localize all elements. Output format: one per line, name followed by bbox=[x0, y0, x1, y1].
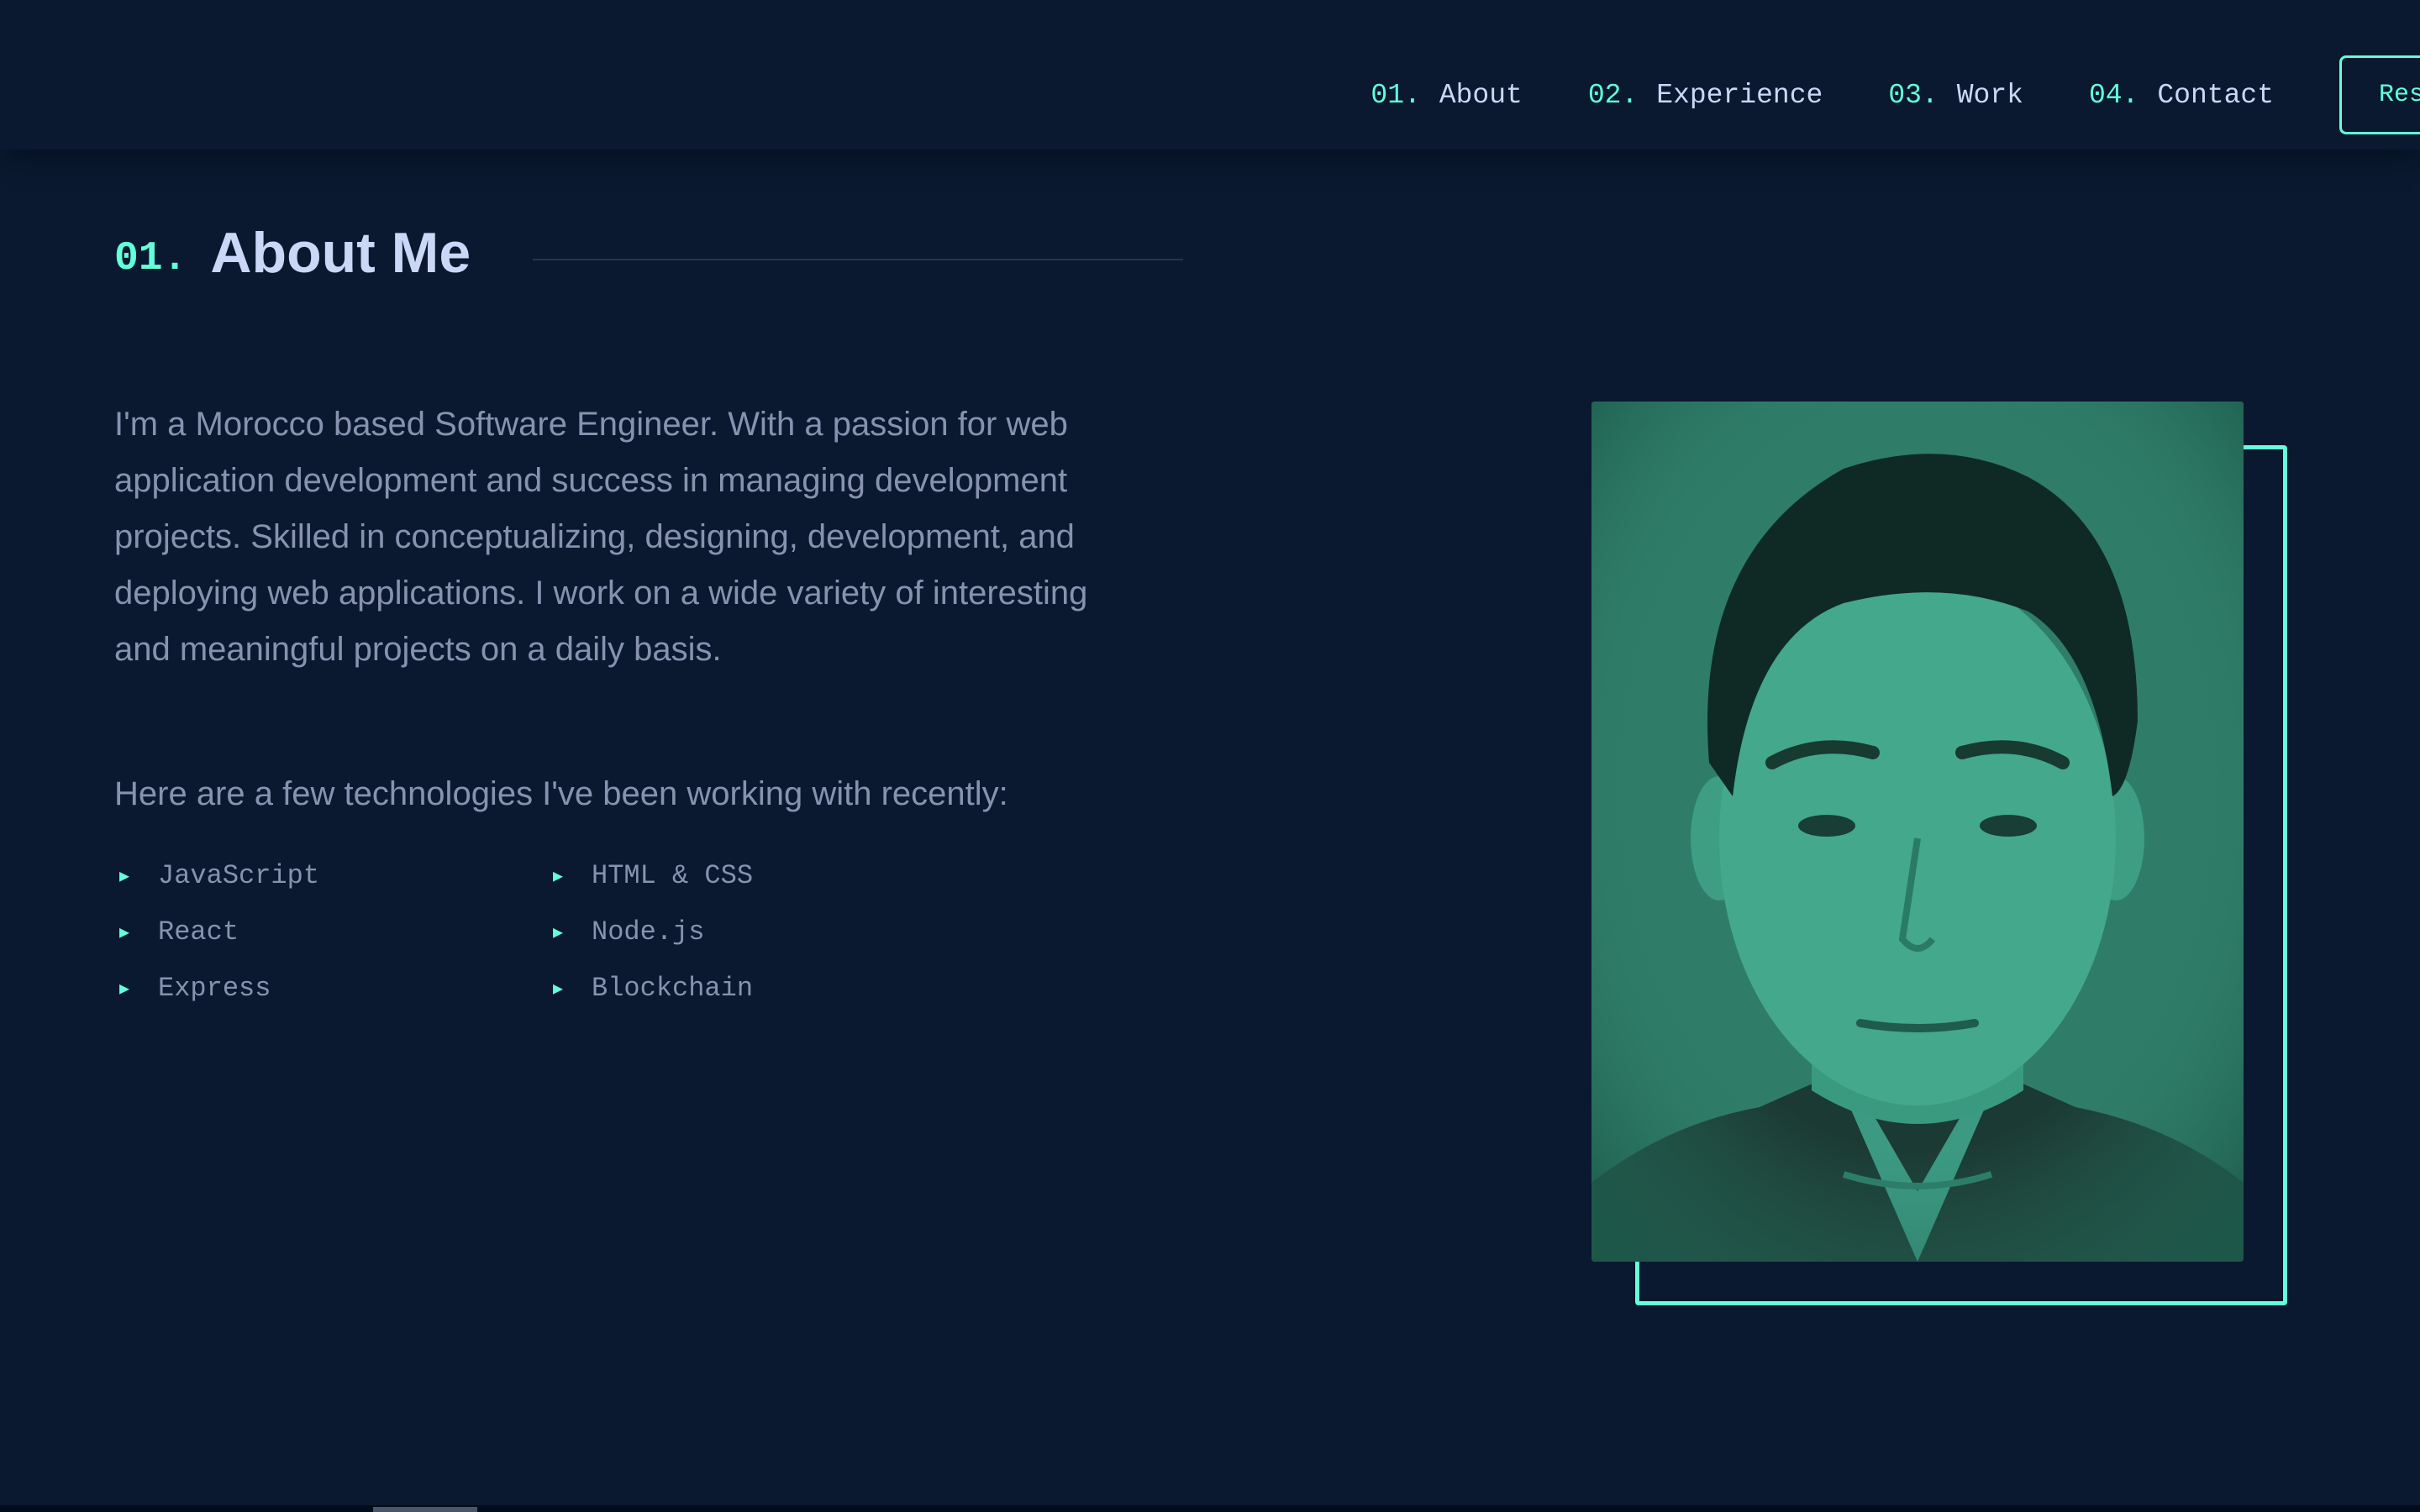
horizontal-scrollbar-track[interactable] bbox=[0, 1505, 2420, 1512]
profile-photo[interactable] bbox=[1591, 402, 2244, 1262]
skill-item: ▶ HTML & CSS bbox=[548, 860, 753, 891]
resume-button[interactable]: Resume bbox=[2339, 55, 2420, 134]
site-header: 01. About 02. Experience 03. Work 04. Co… bbox=[0, 0, 2420, 150]
section-heading: 01. About Me bbox=[114, 220, 471, 286]
skill-label: Blockchain bbox=[592, 973, 754, 1004]
skill-label: React bbox=[158, 916, 239, 948]
nav-label: Contact bbox=[2157, 79, 2274, 111]
nav-link-about[interactable]: 01. About bbox=[1370, 80, 1522, 111]
bullet-arrow-icon: ▶ bbox=[553, 979, 564, 1000]
bullet-arrow-icon: ▶ bbox=[119, 867, 130, 887]
nav-number: 04. bbox=[2088, 79, 2139, 111]
nav-number: 01. bbox=[1370, 79, 1421, 111]
tech-intro: Here are a few technologies I've been wo… bbox=[114, 775, 1008, 812]
skill-item: ▶ Blockchain bbox=[548, 973, 753, 1004]
skill-item: ▶ Express bbox=[114, 973, 271, 1004]
bullet-arrow-icon: ▶ bbox=[119, 979, 130, 1000]
main-nav: 01. About 02. Experience 03. Work 04. Co… bbox=[1370, 55, 2420, 134]
heading-divider bbox=[533, 259, 1183, 260]
skill-item: ▶ React bbox=[114, 916, 239, 948]
nav-number: 02. bbox=[1587, 79, 1639, 111]
nav-link-contact[interactable]: 04. Contact bbox=[2089, 80, 2274, 111]
section-number: 01. bbox=[114, 236, 187, 281]
nav-label: About bbox=[1439, 79, 1523, 111]
nav-label: Experience bbox=[1656, 79, 1823, 111]
skill-label: HTML & CSS bbox=[592, 860, 754, 891]
nav-link-work[interactable]: 03. Work bbox=[1888, 80, 2023, 111]
nav-link-experience[interactable]: 02. Experience bbox=[1588, 80, 1823, 111]
skill-label: Node.js bbox=[592, 916, 705, 948]
horizontal-scrollbar-thumb[interactable] bbox=[373, 1507, 477, 1512]
skill-label: JavaScript bbox=[158, 860, 320, 891]
skill-label: Express bbox=[158, 973, 271, 1004]
skill-item: ▶ Node.js bbox=[548, 916, 704, 948]
bullet-arrow-icon: ▶ bbox=[553, 867, 564, 887]
nav-label: Work bbox=[1956, 79, 2023, 111]
skill-item: ▶ JavaScript bbox=[114, 860, 319, 891]
portrait-illustration bbox=[1591, 402, 2244, 1262]
section-title: About Me bbox=[210, 221, 471, 285]
bullet-arrow-icon: ▶ bbox=[553, 923, 564, 943]
bullet-arrow-icon: ▶ bbox=[119, 923, 130, 943]
nav-number: 03. bbox=[1888, 79, 1939, 111]
about-bio: I'm a Morocco based Software Engineer. W… bbox=[114, 406, 1088, 668]
